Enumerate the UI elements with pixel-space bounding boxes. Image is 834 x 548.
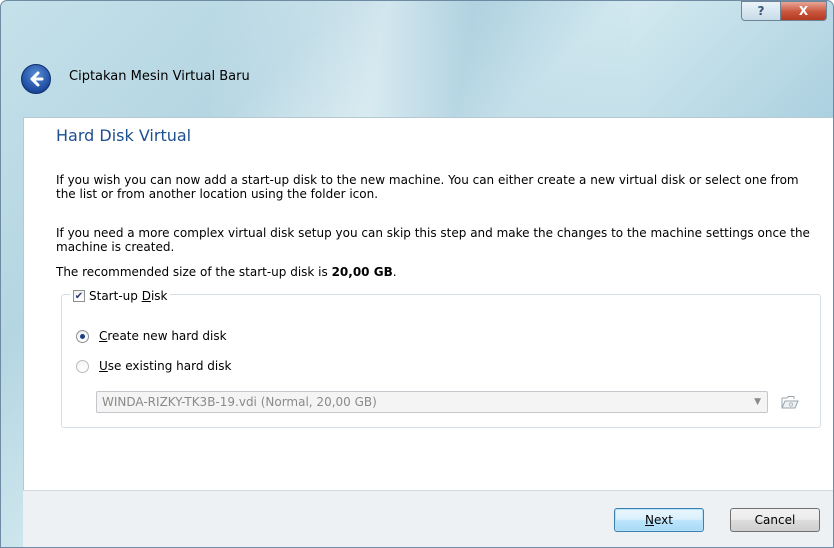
checkbox-checked-icon: ✔ [73, 290, 85, 302]
existing-disk-select[interactable]: WINDA-RIZKY-TK3B-19.vdi (Normal, 20,00 G… [96, 391, 768, 413]
recommended-size-value: 20,00 GB [331, 265, 393, 279]
startup-disk-checkbox[interactable]: ✔ Start-up Disk [70, 289, 171, 303]
title-bar-glass [211, 1, 631, 119]
help-button[interactable]: ? [741, 1, 781, 21]
intro-paragraph: If you wish you can now add a start-up d… [56, 173, 799, 201]
use-existing-disk-label: Use existing hard disk [99, 359, 232, 373]
create-new-disk-label: Create new hard disk [99, 329, 227, 343]
startup-disk-label: Start-up Disk [89, 289, 168, 303]
create-new-disk-radio[interactable]: Create new hard disk [76, 329, 227, 343]
window-title: Ciptakan Mesin Virtual Baru [69, 69, 250, 84]
chevron-down-icon: ▼ [754, 397, 761, 407]
existing-disk-value: WINDA-RIZKY-TK3B-19.vdi (Normal, 20,00 G… [102, 395, 377, 409]
use-existing-disk-radio[interactable]: Use existing hard disk [76, 359, 231, 373]
recommended-size-prefix: The recommended size of the start-up dis… [56, 265, 332, 279]
complex-setup-paragraph: If you need a more complex virtual disk … [56, 226, 810, 254]
caption-buttons: ? X [741, 1, 827, 21]
wizard-content: Hard Disk Virtual If you wish you can no… [23, 117, 833, 490]
recommended-size-suffix: . [392, 265, 397, 279]
radio-selected-icon [76, 329, 89, 343]
cancel-button[interactable]: Cancel [730, 508, 820, 532]
back-button[interactable] [21, 64, 51, 94]
folder-open-icon [781, 396, 799, 409]
radio-unselected-icon [76, 359, 89, 373]
close-button[interactable]: X [781, 1, 827, 21]
button-bar [23, 490, 833, 547]
page-heading: Hard Disk Virtual [56, 126, 192, 145]
wizard-window: ? X Ciptakan Mesin Virtual Baru Hard Dis… [0, 0, 834, 548]
back-arrow-icon [30, 71, 44, 87]
next-button[interactable]: Next [614, 508, 704, 532]
folder-icon[interactable] [781, 393, 799, 411]
recommended-size-text: The recommended size of the start-up dis… [56, 265, 816, 279]
